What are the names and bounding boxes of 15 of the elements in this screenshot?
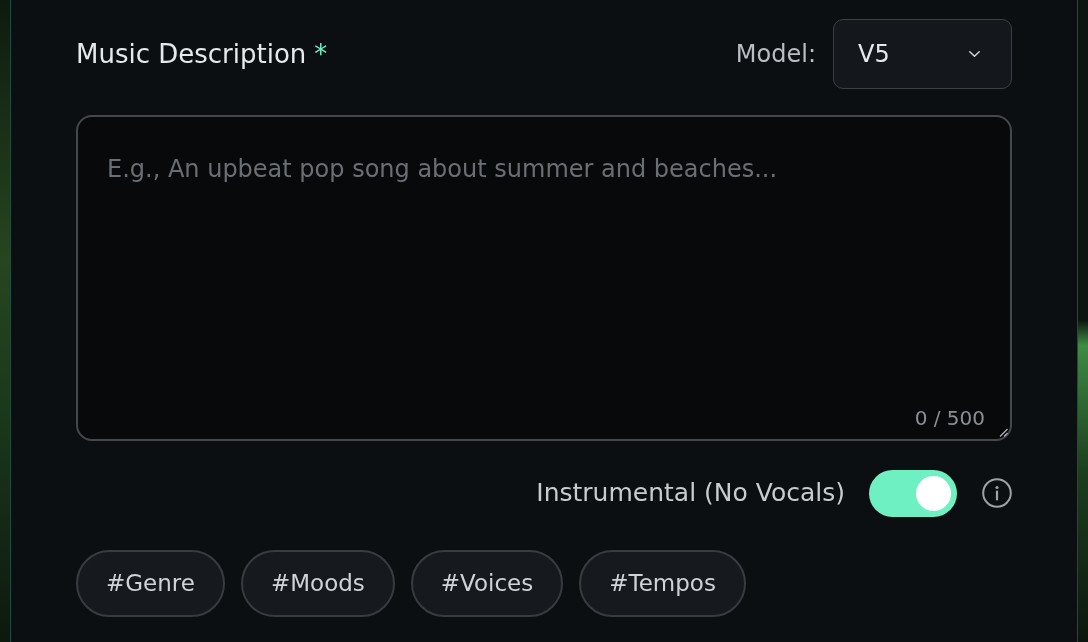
resize-handle-icon <box>999 428 1008 437</box>
required-asterisk: * <box>314 37 328 71</box>
field-label: Music Description <box>76 37 307 71</box>
tag-chip[interactable]: #Tempos <box>579 550 746 617</box>
tag-chip[interactable]: #Moods <box>240 550 395 617</box>
model-label: Model: <box>735 39 816 70</box>
info-icon[interactable] <box>982 478 1012 508</box>
instrumental-toggle[interactable] <box>869 469 957 517</box>
instrumental-label: Instrumental (No Vocals) <box>536 477 845 510</box>
character-counter: 0 / 500 <box>914 405 985 432</box>
chevron-down-icon <box>969 51 980 57</box>
tag-chip[interactable]: #Genre <box>76 550 225 617</box>
toggle-knob <box>916 475 951 511</box>
tag-chip[interactable]: #Voices <box>410 550 564 617</box>
model-select[interactable]: V5 <box>833 19 1012 89</box>
